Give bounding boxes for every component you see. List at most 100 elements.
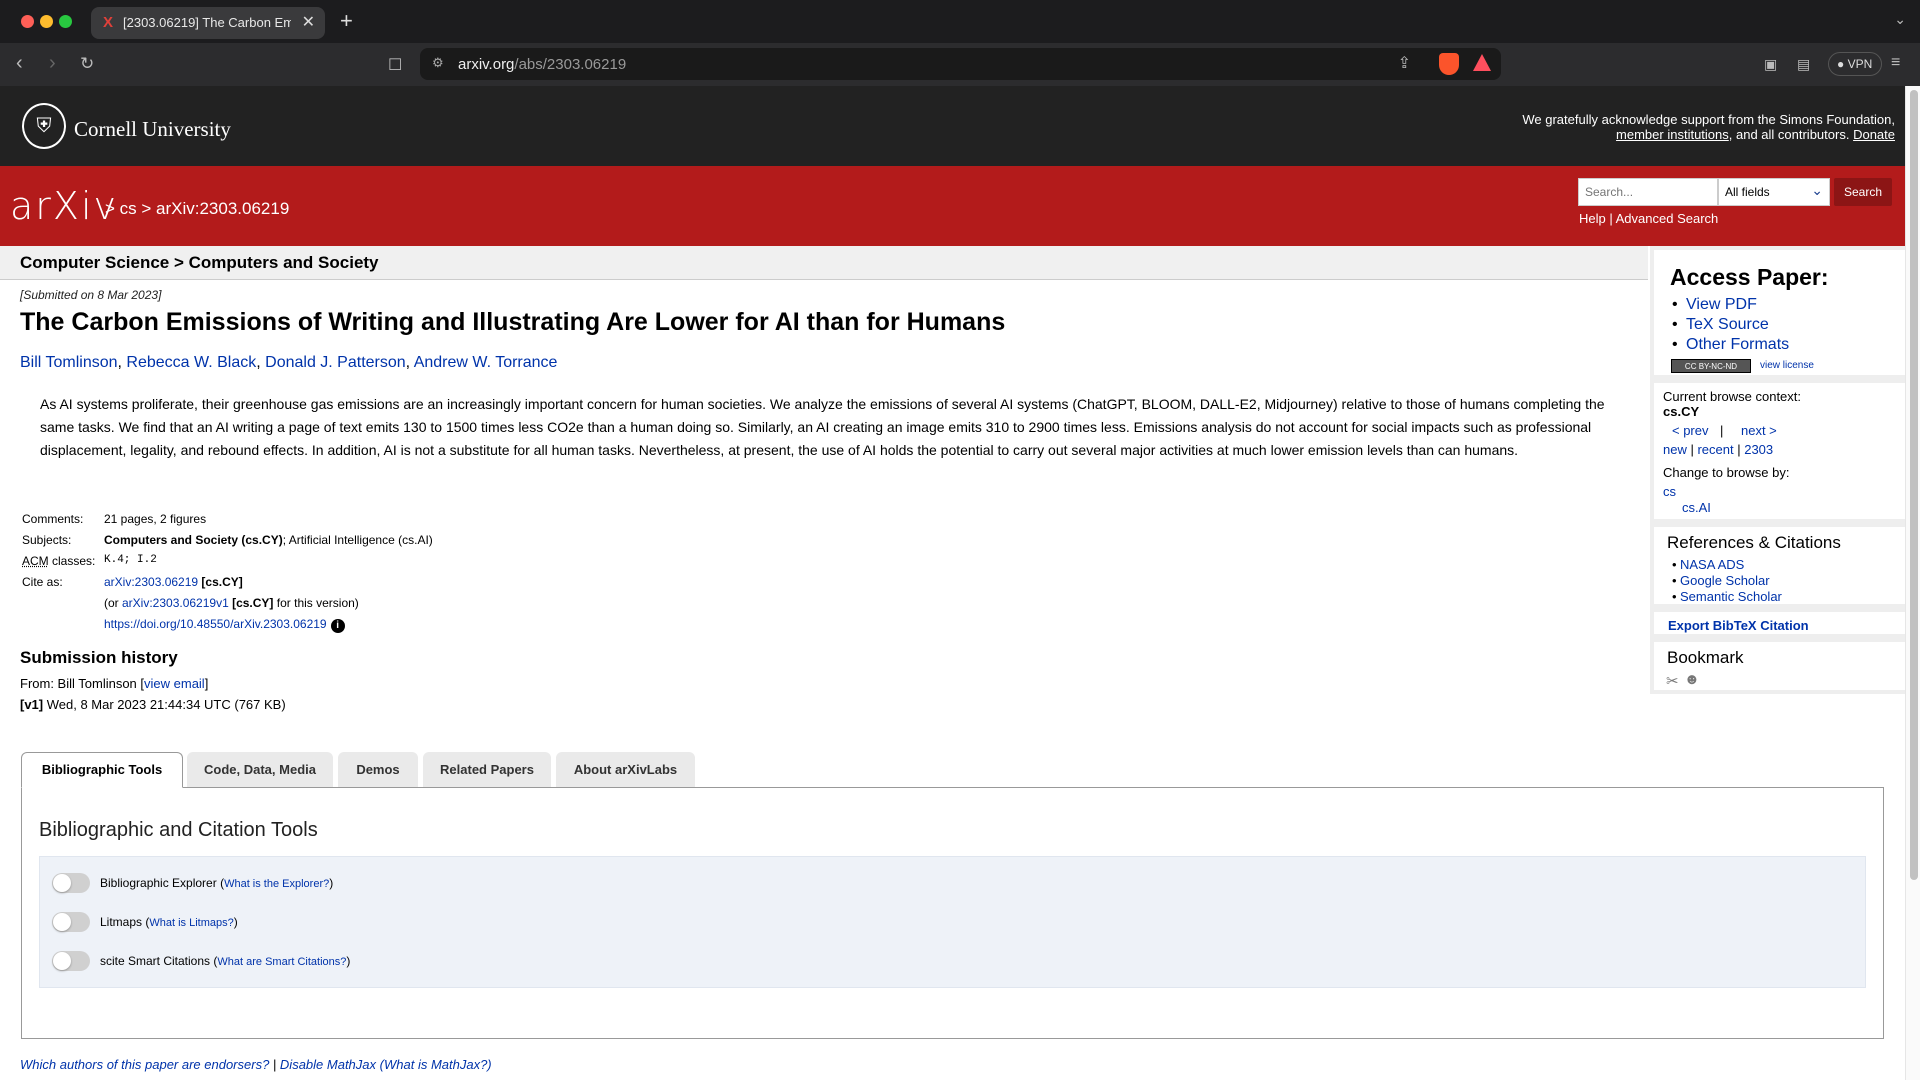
bookmark-page-icon[interactable]: ☐ xyxy=(388,55,402,75)
bookmark-heading: Bookmark xyxy=(1667,648,1744,667)
menu-hamburger-icon[interactable]: ≡ xyxy=(1891,54,1900,72)
minimize-window-button[interactable] xyxy=(40,15,53,28)
browser-nav-bar: ‹ › ↻ ⚙ arxiv.org/abs/2303.06219 ⇪ xyxy=(0,43,1920,86)
tab-about-arxivlabs[interactable]: About arXivLabs xyxy=(556,752,695,788)
what-is-mathjax-link[interactable]: (What is MathJax?) xyxy=(380,1057,492,1072)
wallet-icon[interactable]: ▤ xyxy=(1797,56,1810,73)
google-scholar-link[interactable]: Google Scholar xyxy=(1680,573,1770,588)
author-list: Bill Tomlinson, Rebecca W. Black, Donald… xyxy=(20,354,558,371)
paper-title: The Carbon Emissions of Writing and Illu… xyxy=(20,308,1006,336)
scrollbar-thumb[interactable] xyxy=(1910,90,1918,880)
vpn-button[interactable]: ● VPN xyxy=(1828,52,1882,76)
cornell-university-logo-text[interactable]: Cornell University xyxy=(74,117,231,142)
disable-mathjax-link[interactable]: Disable MathJax xyxy=(280,1057,376,1072)
info-icon[interactable]: i xyxy=(330,619,345,633)
panel-title: Bibliographic and Citation Tools xyxy=(39,819,318,841)
acknowledgement-text: We gratefully acknowledge support from t… xyxy=(1522,112,1895,142)
export-bibtex-link[interactable]: Export BibTeX Citation xyxy=(1668,618,1809,633)
browser-tab[interactable]: X [2303.06219] The Carbon Em ✕ xyxy=(91,7,325,39)
advanced-search-link[interactable]: Advanced Search xyxy=(1616,211,1719,226)
bibsonomy-icon[interactable]: ✂ xyxy=(1666,672,1679,690)
chevron-down-icon: ⌄ xyxy=(1811,182,1823,198)
abstract: As AI systems proliferate, their greenho… xyxy=(40,396,1605,458)
prev-link[interactable]: < prev xyxy=(1672,423,1709,438)
other-formats-link[interactable]: Other Formats xyxy=(1686,336,1789,354)
new-tab-plus-icon[interactable]: + xyxy=(340,8,353,34)
litmaps-toggle[interactable] xyxy=(52,912,90,932)
brave-shields-icon[interactable] xyxy=(1439,53,1459,75)
submission-history-heading: Submission history xyxy=(20,648,178,667)
page-scrollbar[interactable] xyxy=(1905,86,1920,1080)
endorsers-link[interactable]: Which authors of this paper are endorser… xyxy=(20,1057,269,1072)
arxiv-favicon-icon: X xyxy=(103,14,114,31)
browser-tab-bar: X [2303.06219] The Carbon Em ✕ + ⌄ xyxy=(0,0,1920,43)
sidebar-toggle-icon[interactable]: ▣ xyxy=(1764,56,1777,73)
what-are-smart-citations-link[interactable]: What are Smart Citations? xyxy=(217,956,346,968)
url-text[interactable]: arxiv.org/abs/2303.06219 xyxy=(458,56,626,73)
semantic-scholar-link[interactable]: Semantic Scholar xyxy=(1680,589,1782,604)
references-box: References & Citations • NASA ADS • Goog… xyxy=(1650,523,1905,608)
what-is-explorer-link[interactable]: What is the Explorer? xyxy=(224,878,329,890)
donate-link[interactable]: Donate xyxy=(1853,127,1895,142)
bibliographic-tools-panel: Bibliographic and Citation Tools Bibliog… xyxy=(21,787,1884,1039)
acm-abbr: ACM xyxy=(22,554,49,568)
view-pdf-link[interactable]: View PDF xyxy=(1686,296,1757,314)
cite-arxiv-link[interactable]: arXiv:2303.06219 xyxy=(104,575,198,589)
tab-related-papers[interactable]: Related Papers xyxy=(423,752,551,788)
tex-source-link[interactable]: TeX Source xyxy=(1686,316,1769,334)
breadcrumb[interactable]: > cs > arXiv:2303.06219 xyxy=(105,199,289,219)
address-bar[interactable]: ⚙ arxiv.org/abs/2303.06219 ⇪ xyxy=(420,48,1501,80)
site-settings-icon[interactable]: ⚙ xyxy=(432,55,444,71)
browse-context-box: Current browse context: cs.CY < prev | n… xyxy=(1650,379,1905,523)
tab-demos[interactable]: Demos xyxy=(338,752,418,788)
view-license-link[interactable]: view license xyxy=(1760,360,1814,371)
search-field-select[interactable]: All fields ⌄ xyxy=(1718,178,1830,206)
cornell-header: ⛨ Cornell University We gratefully ackno… xyxy=(0,86,1905,166)
close-tab-icon[interactable]: ✕ xyxy=(302,12,315,32)
reload-icon[interactable]: ↻ xyxy=(80,54,94,74)
nasa-ads-link[interactable]: NASA ADS xyxy=(1680,557,1744,572)
new-link[interactable]: new xyxy=(1663,442,1687,457)
cornell-seal-icon[interactable]: ⛨ xyxy=(22,103,66,149)
recent-link[interactable]: recent xyxy=(1697,442,1733,457)
search-help-links: Help | Advanced Search xyxy=(1579,211,1719,226)
author-link[interactable]: Rebecca W. Black xyxy=(126,354,256,371)
reddit-icon[interactable]: ☻ xyxy=(1684,671,1700,688)
share-icon[interactable]: ⇪ xyxy=(1398,53,1411,73)
search-input[interactable] xyxy=(1578,178,1718,206)
submission-date: [Submitted on 8 Mar 2023] xyxy=(20,288,162,302)
author-link[interactable]: Bill Tomlinson xyxy=(20,354,118,371)
forward-arrow-icon[interactable]: › xyxy=(49,52,56,75)
help-link[interactable]: Help xyxy=(1579,211,1606,226)
close-window-button[interactable] xyxy=(21,15,34,28)
browse-cs-link[interactable]: cs xyxy=(1663,484,1676,499)
author-link[interactable]: Donald J. Patterson xyxy=(265,354,406,371)
what-is-litmaps-link[interactable]: What is Litmaps? xyxy=(149,917,233,929)
yymm-link[interactable]: 2303 xyxy=(1744,442,1773,457)
view-email-link[interactable]: view email xyxy=(144,676,205,691)
back-arrow-icon[interactable]: ‹ xyxy=(16,52,23,75)
submission-from: From: Bill Tomlinson [view email] xyxy=(20,676,209,691)
browse-cs-ai-link[interactable]: cs.AI xyxy=(1682,500,1711,515)
browse-context-value: cs.CY xyxy=(1663,404,1700,419)
cc-license-badge[interactable]: CC BY-NC-ND xyxy=(1671,359,1751,373)
doi-link[interactable]: https://doi.org/10.48550/arXiv.2303.0621… xyxy=(104,617,327,631)
tab-list-chevron-icon[interactable]: ⌄ xyxy=(1894,11,1906,28)
primary-subject: Computers and Society (cs.CY) xyxy=(104,533,283,547)
brave-rewards-icon[interactable] xyxy=(1473,54,1491,71)
tab-code-data-media[interactable]: Code, Data, Media xyxy=(187,752,333,788)
search-button[interactable]: Search xyxy=(1834,178,1892,206)
next-link[interactable]: next > xyxy=(1741,423,1777,438)
scite-smart-citations-toggle[interactable] xyxy=(52,951,90,971)
arxiv-logo[interactable]: arXiv xyxy=(10,184,118,228)
author-link[interactable]: Andrew W. Torrance xyxy=(414,354,558,371)
arxiv-header-bar: arXiv > cs > arXiv:2303.06219 All fields… xyxy=(0,166,1905,246)
toggle-list: Bibliographic Explorer (What is the Expl… xyxy=(39,856,1866,988)
tab-title: [2303.06219] The Carbon Em xyxy=(123,15,291,30)
cite-version-link[interactable]: arXiv:2303.06219v1 xyxy=(122,596,229,610)
tab-bibliographic-tools[interactable]: Bibliographic Tools xyxy=(21,752,183,788)
category-breadcrumb: Computer Science > Computers and Society xyxy=(20,253,379,272)
maximize-window-button[interactable] xyxy=(59,15,72,28)
member-institutions-link[interactable]: member institutions xyxy=(1616,127,1729,142)
bibliographic-explorer-toggle[interactable] xyxy=(52,873,90,893)
